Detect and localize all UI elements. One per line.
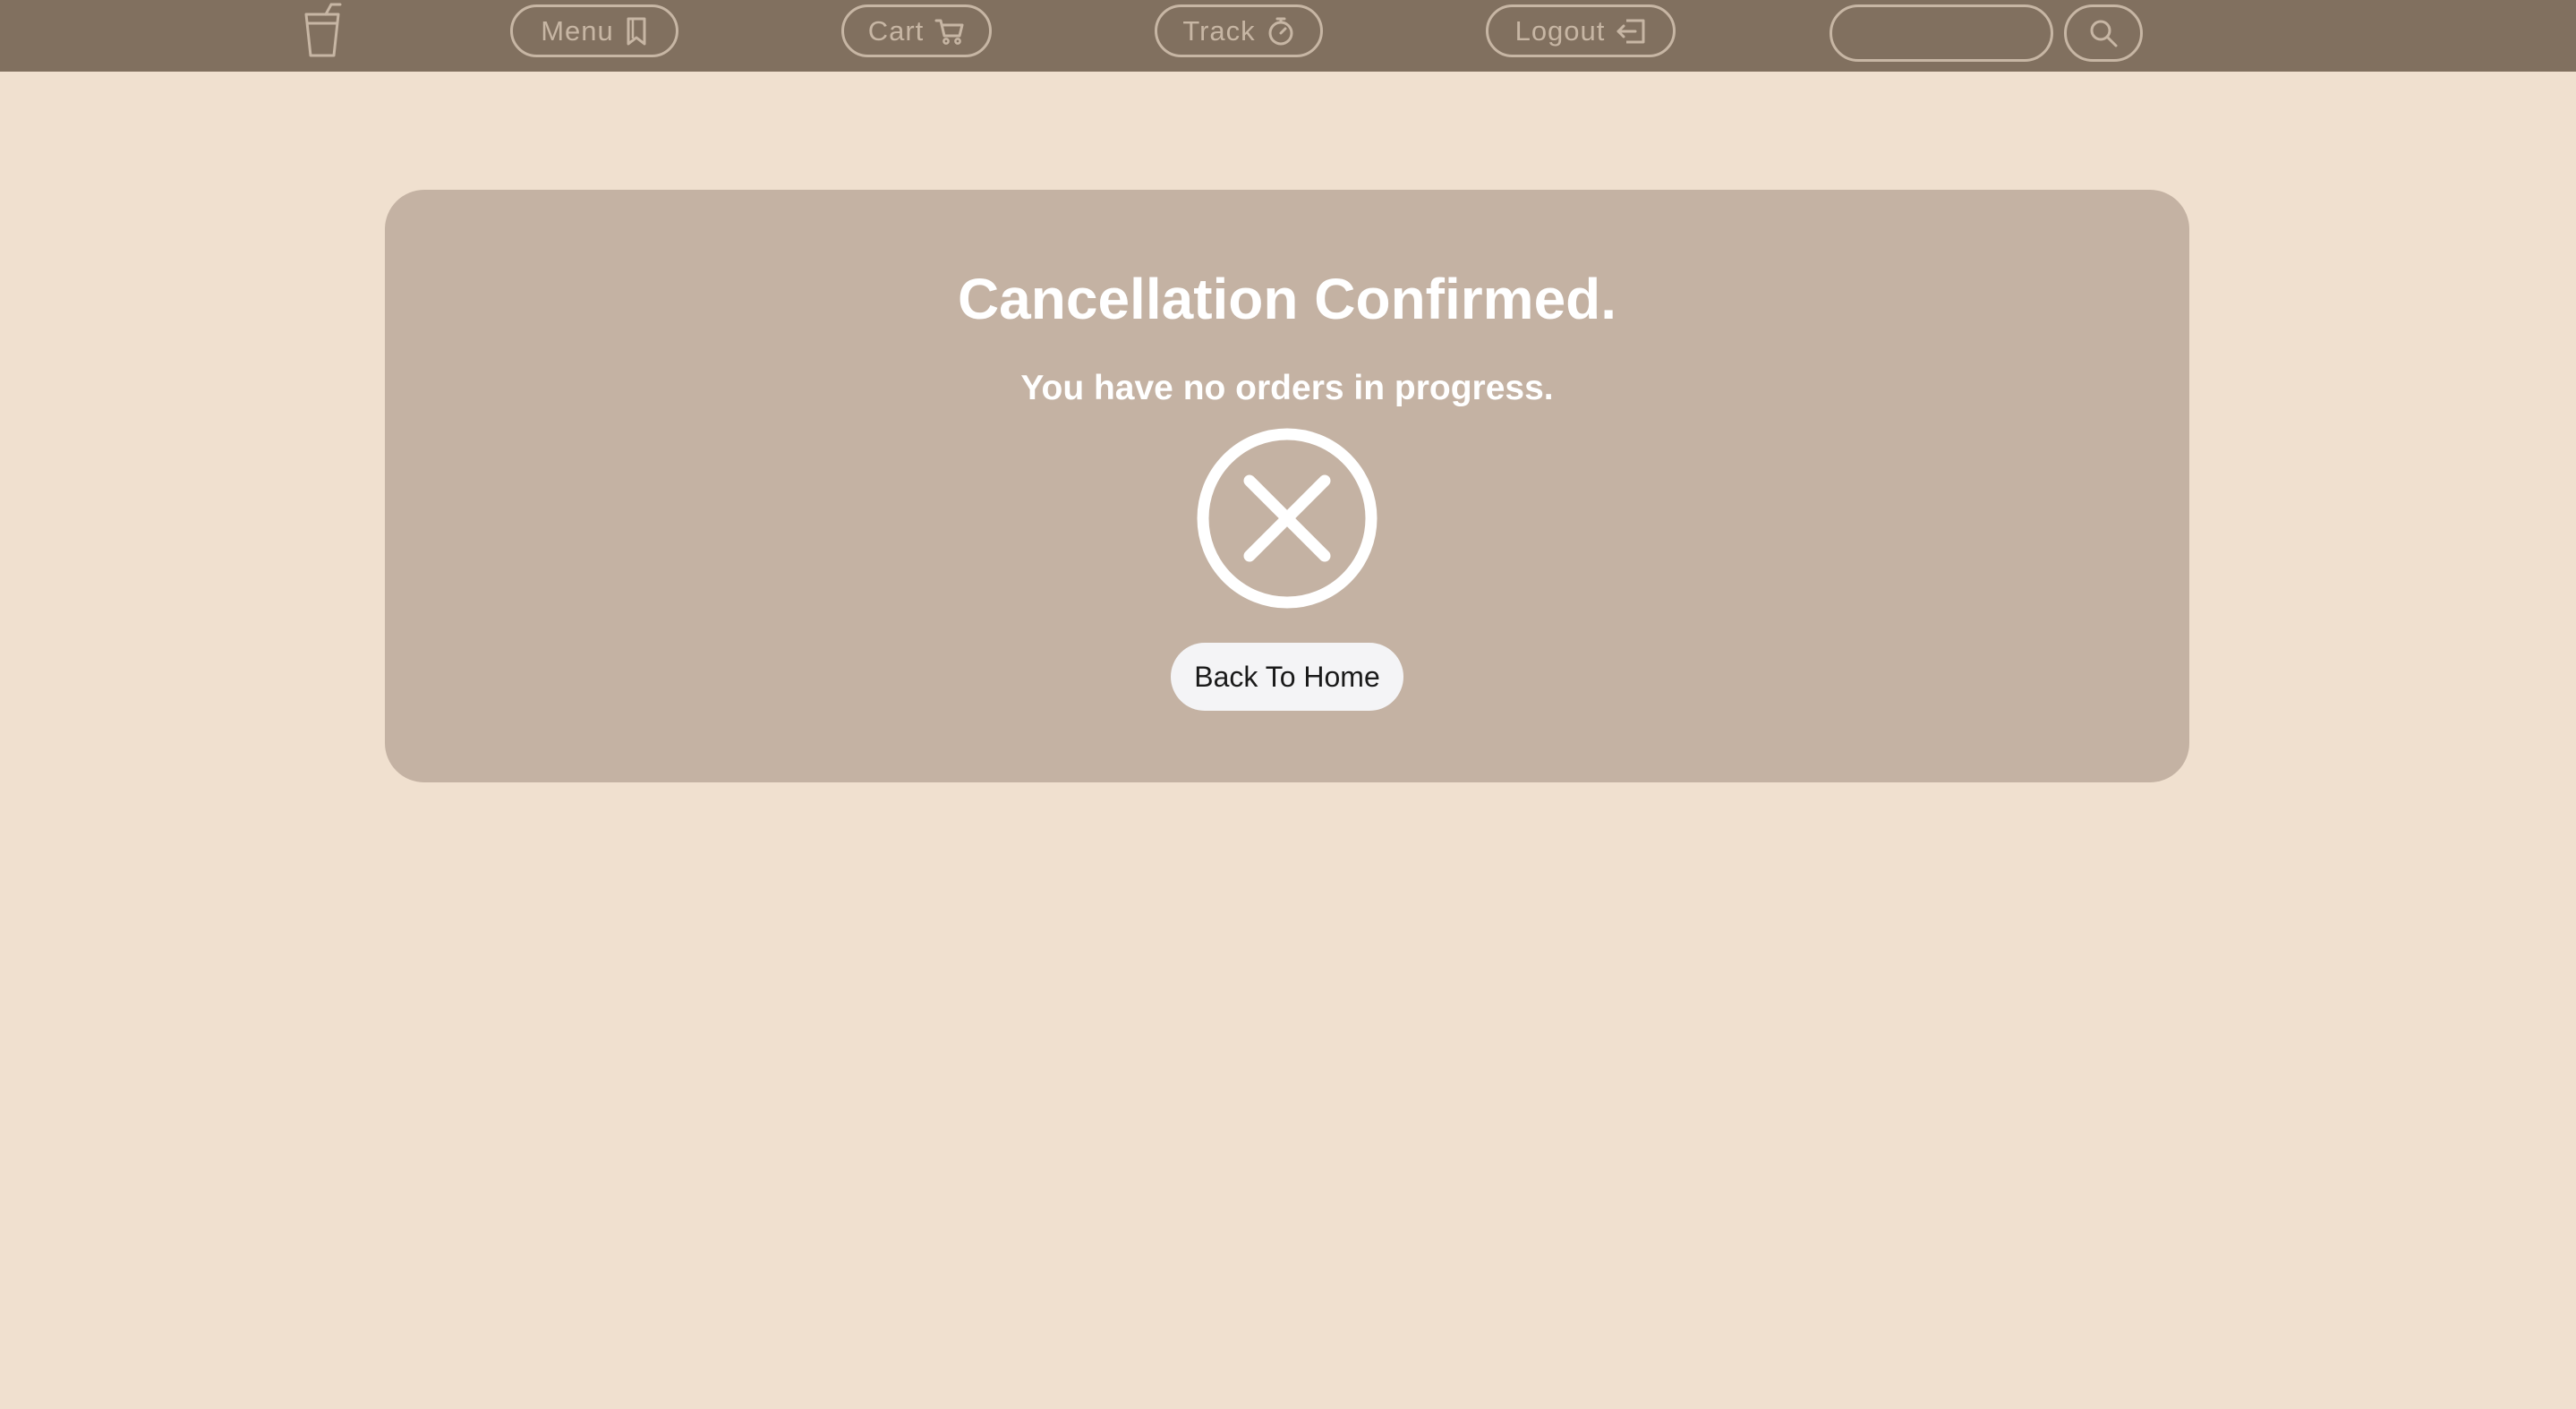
cart-icon [934, 19, 964, 45]
search-button[interactable] [2064, 4, 2143, 62]
cancel-x-circle-icon [1197, 428, 1378, 609]
status-message: You have no orders in progress. [1020, 369, 1554, 407]
nav-logout-label: Logout [1514, 14, 1606, 47]
nav-cart-label: Cart [867, 14, 925, 47]
back-to-home-button[interactable]: Back To Home [1171, 643, 1403, 711]
nav-track-button[interactable]: Track [1155, 4, 1323, 57]
bookmark-icon [627, 17, 646, 45]
stopwatch-icon [1268, 17, 1293, 45]
nav-menu-button[interactable]: Menu [510, 4, 678, 57]
nav-logout-button[interactable]: Logout [1486, 4, 1676, 57]
page-title: Cancellation Confirmed. [957, 267, 1617, 331]
nav-track-label: Track [1182, 14, 1256, 47]
nav-cart-button[interactable]: Cart [841, 4, 992, 57]
logout-icon [1616, 19, 1645, 43]
nav-menu-label: Menu [541, 14, 614, 47]
top-navbar: Menu Cart Track Logout [0, 0, 2576, 72]
search-input[interactable] [1830, 4, 2053, 62]
cup-icon[interactable] [301, 2, 344, 59]
search-icon [2090, 20, 2118, 47]
